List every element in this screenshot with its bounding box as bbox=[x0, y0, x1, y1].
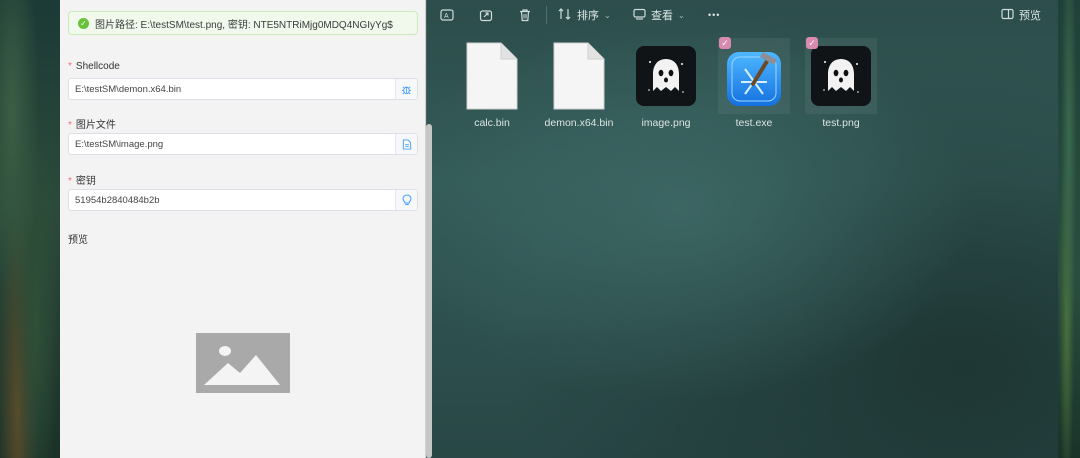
shellcode-field bbox=[68, 78, 418, 100]
ghost-image-thumbnail: ✓ bbox=[805, 37, 877, 114]
ghost-icon bbox=[811, 46, 871, 106]
file-explorer-window: A 排序 ⌄ 查看 ⌄ ••• 预览 calc.bin demon.x64.bi… bbox=[426, 0, 1058, 458]
view-label: 查看 bbox=[651, 10, 673, 22]
explorer-toolbar: A 排序 ⌄ 查看 ⌄ ••• 预览 bbox=[427, 0, 1059, 30]
panel-scrollbar[interactable] bbox=[426, 124, 432, 458]
desktop-wallpaper-right bbox=[1058, 0, 1080, 458]
delete-icon[interactable] bbox=[516, 6, 534, 24]
sort-label: 排序 bbox=[577, 10, 599, 22]
preview-pane-label: 预览 bbox=[1019, 10, 1041, 22]
key-label: * 密钥 bbox=[68, 176, 96, 187]
rename-icon[interactable]: A bbox=[438, 6, 456, 24]
view-button[interactable]: 查看 ⌄ bbox=[633, 5, 685, 25]
stego-tool-panel: ✓ 图片路径: E:\testSM\test.png, 密钥: NTE5NTRi… bbox=[60, 0, 426, 458]
file-item-test-png[interactable]: ✓ test.png bbox=[801, 37, 881, 134]
xcode-icon bbox=[727, 52, 781, 106]
file-name: demon.x64.bin bbox=[544, 117, 614, 129]
file-item-image-png[interactable]: image.png bbox=[626, 38, 706, 134]
chevron-down-icon: ⌄ bbox=[678, 10, 685, 20]
blank-file-icon bbox=[456, 38, 528, 114]
preview-pane-button[interactable]: 预览 bbox=[1001, 5, 1041, 25]
file-name: test.exe bbox=[735, 117, 773, 129]
ghost-image-thumbnail bbox=[630, 38, 702, 114]
key-input[interactable] bbox=[69, 190, 395, 210]
shellcode-input[interactable] bbox=[69, 79, 395, 99]
file-item-demon-bin[interactable]: demon.x64.bin bbox=[539, 38, 619, 134]
file-item-calc-bin[interactable]: calc.bin bbox=[452, 38, 532, 134]
ghost-icon bbox=[636, 46, 696, 106]
sort-button[interactable]: 排序 ⌄ bbox=[558, 5, 611, 25]
blank-file-icon bbox=[543, 38, 615, 114]
bug-icon[interactable] bbox=[395, 79, 417, 99]
required-mark: * bbox=[68, 176, 72, 187]
document-icon[interactable] bbox=[395, 134, 417, 154]
success-alert: ✓ 图片路径: E:\testSM\test.png, 密钥: NTE5NTRi… bbox=[68, 11, 418, 35]
image-placeholder-icon bbox=[196, 333, 290, 393]
key-field bbox=[68, 189, 418, 211]
toolbar-divider bbox=[546, 6, 547, 24]
share-icon[interactable] bbox=[477, 6, 495, 24]
alert-text: 图片路径: E:\testSM\test.png, 密钥: NTE5NTRiMj… bbox=[95, 19, 393, 31]
selection-checkbox[interactable]: ✓ bbox=[806, 37, 818, 49]
xcode-app-thumbnail: ✓ bbox=[718, 37, 790, 114]
image-file-field bbox=[68, 133, 418, 155]
sort-icon bbox=[558, 7, 572, 23]
preview-label: 预览 bbox=[68, 235, 88, 246]
required-mark: * bbox=[68, 120, 72, 131]
more-options-button[interactable]: ••• bbox=[708, 5, 720, 25]
file-name: calc.bin bbox=[474, 117, 510, 129]
lightbulb-icon[interactable] bbox=[395, 190, 417, 210]
view-icon bbox=[633, 8, 646, 23]
file-grid: calc.bin demon.x64.bin image.png ✓ test.… bbox=[427, 37, 1059, 138]
file-name: image.png bbox=[641, 117, 691, 129]
file-name: test.png bbox=[822, 117, 860, 129]
chevron-down-icon: ⌄ bbox=[604, 10, 611, 20]
shellcode-label: * Shellcode bbox=[68, 61, 120, 72]
required-mark: * bbox=[68, 61, 72, 72]
file-item-test-exe[interactable]: ✓ test.exe bbox=[714, 37, 794, 134]
image-file-input[interactable] bbox=[69, 134, 395, 154]
desktop-wallpaper-left bbox=[0, 0, 60, 458]
svg-text:A: A bbox=[444, 13, 449, 20]
selection-checkbox[interactable]: ✓ bbox=[719, 37, 731, 49]
preview-pane-icon bbox=[1001, 8, 1014, 23]
image-file-label: * 图片文件 bbox=[68, 120, 116, 131]
success-check-icon: ✓ bbox=[78, 17, 89, 29]
